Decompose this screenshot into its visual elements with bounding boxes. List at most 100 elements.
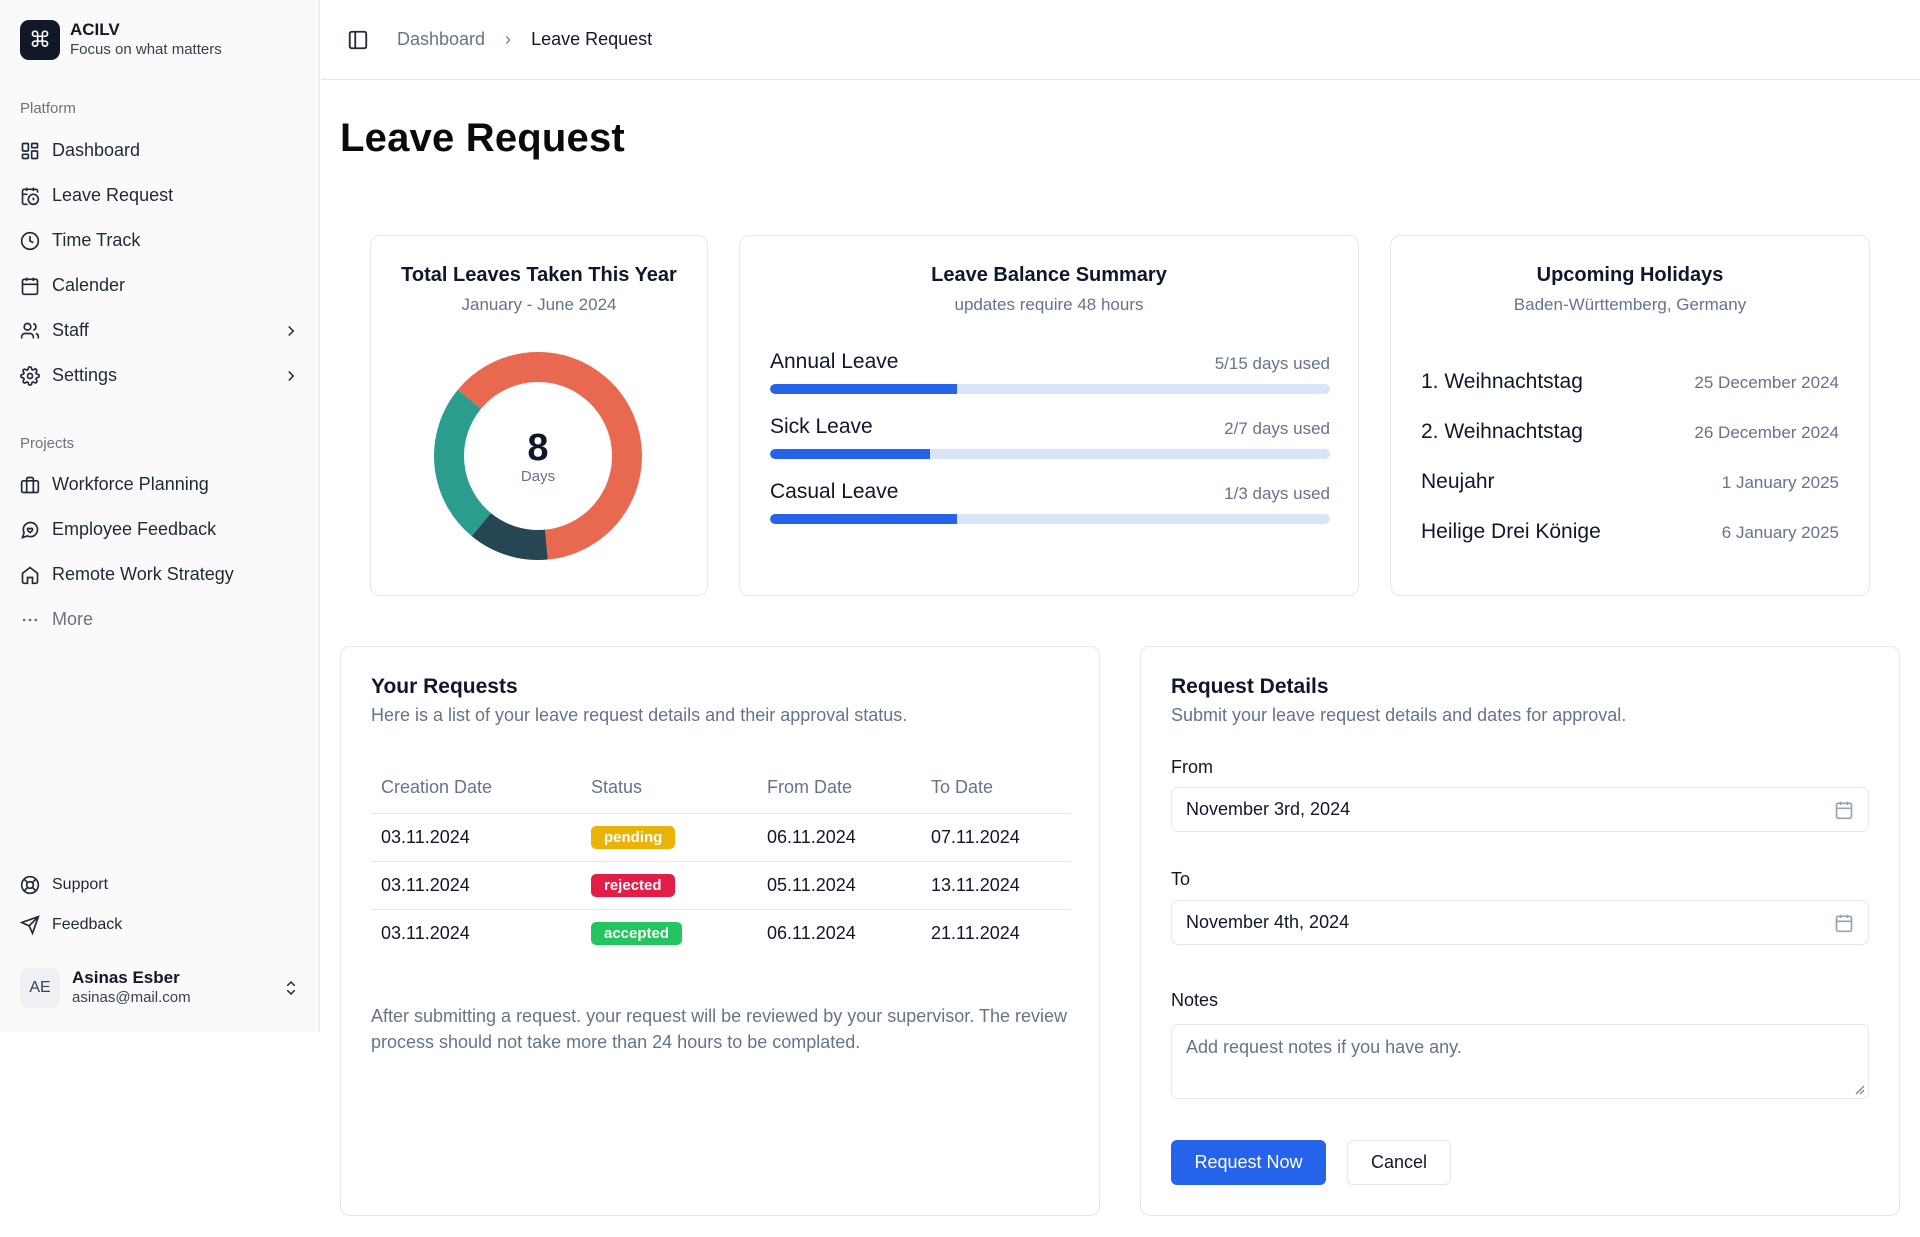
resize-grip-icon[interactable] — [1853, 1083, 1865, 1095]
sidebar-item-feedback[interactable]: Feedback — [12, 905, 308, 945]
from-date-picker[interactable]: November 3rd, 2024 — [1171, 787, 1869, 832]
status-badge: rejected — [591, 873, 675, 897]
breadcrumb-dashboard[interactable]: Dashboard — [397, 29, 485, 50]
table-row[interactable]: 03.11.2024 accepted 06.11.2024 21.11.202… — [371, 909, 1071, 957]
avatar: AE — [20, 968, 60, 1008]
to-date-cell: 07.11.2024 — [921, 813, 1071, 862]
holiday-item: 2. Weihnachtstag 26 December 2024 — [1421, 420, 1839, 444]
column-header: Status — [581, 763, 757, 814]
sidebar-item-leave-request[interactable]: Leave Request — [12, 173, 308, 218]
balance-used: 5/15 days used — [1214, 354, 1330, 373]
balance-used: 2/7 days used — [1224, 419, 1330, 438]
requests-title: Your Requests — [371, 675, 518, 698]
brand-name: ACILV — [70, 20, 120, 39]
requests-table: Creation Date Status From Date To Date 0… — [371, 763, 1071, 957]
cancel-button[interactable]: Cancel — [1347, 1140, 1451, 1185]
sidebar-item-label: Staff — [52, 320, 89, 340]
sidebar-item-staff[interactable]: Staff — [12, 308, 308, 353]
status-cell: rejected — [581, 861, 757, 910]
chevron-right-icon — [288, 325, 295, 336]
notes-textarea[interactable]: Add request notes if you have any. — [1171, 1024, 1869, 1099]
column-header: Creation Date — [371, 763, 581, 814]
holiday-item: 1. Weihnachtstag 25 December 2024 — [1421, 370, 1839, 394]
sidebar-item-label: Settings — [52, 365, 118, 385]
sidebar-item-time-track[interactable]: Time Track — [12, 218, 308, 263]
balance-progress-bar — [770, 514, 1330, 524]
your-requests-panel: Your Requests Here is a list of your lea… — [340, 646, 1100, 1216]
home-icon — [20, 565, 40, 585]
briefcase-icon — [20, 475, 40, 495]
to-date-cell: 21.11.2024 — [931, 922, 1020, 943]
send-icon — [20, 915, 40, 935]
holiday-name: Neujahr — [1421, 470, 1495, 493]
review-note: After submitting a request. your request… — [371, 1006, 1067, 1052]
sidebar-item-label: Remote Work Strategy — [52, 564, 234, 584]
chevrons-up-down-icon — [286, 980, 296, 996]
sidebar-item-remote-work-strategy[interactable]: Remote Work Strategy — [12, 552, 308, 597]
total-leaves-subtitle: January - June 2024 — [461, 295, 617, 314]
to-label: To — [1171, 869, 1191, 889]
chevron-right-icon — [288, 370, 295, 381]
notes-placeholder: Add request notes if you have any. — [1186, 1037, 1462, 1057]
holiday-date: 6 January 2025 — [1721, 523, 1839, 542]
to-date-picker[interactable]: November 4th, 2024 — [1171, 900, 1869, 945]
to-date-cell: 13.11.2024 — [921, 861, 1071, 910]
table-row[interactable]: 03.11.2024 pending 06.11.2024 07.11.2024 — [371, 813, 1071, 862]
user-name: Asinas Esber — [72, 968, 180, 987]
progress-fill — [770, 514, 957, 524]
holiday-name: 1. Weihnachtstag — [1421, 370, 1583, 393]
sidebar-item-label: Workforce Planning — [52, 474, 209, 494]
user-email: asinas@mail.com — [72, 989, 191, 1006]
status-badge: accepted — [591, 921, 683, 945]
holiday-name: 2. Weihnachtstag — [1421, 420, 1583, 443]
sidebar-item-more[interactable]: More — [12, 597, 308, 642]
sidebar-item-label: Dashboard — [52, 140, 141, 160]
column-header: From Date — [757, 763, 921, 814]
footer-nav: Support Feedback — [12, 865, 308, 945]
donut-center: 8 Days — [433, 351, 643, 561]
request-now-button[interactable]: Request Now — [1171, 1140, 1326, 1185]
holidays-subtitle: Baden-Württemberg, Germany — [1513, 295, 1747, 314]
sidebar-item-workforce-planning[interactable]: Workforce Planning — [12, 462, 308, 507]
column-header: To Date — [921, 763, 1071, 814]
brand-tagline: Focus on what matters — [70, 41, 222, 58]
breadcrumb-current: Leave Request — [531, 29, 653, 49]
page-title: Leave Request — [340, 116, 625, 160]
from-label: From — [1171, 757, 1213, 777]
creation-date-cell: 03.11.2024 — [371, 861, 581, 910]
sidebar-item-calender[interactable]: Calender — [12, 263, 308, 308]
sidebar-item-dashboard[interactable]: Dashboard — [12, 128, 308, 173]
calendar-icon — [1835, 914, 1853, 932]
total-leaves-card: Total Leaves Taken This Year January - J… — [370, 235, 708, 596]
breadcrumb: Dashboard Leave Request — [397, 29, 652, 50]
balance-name: Sick Leave — [770, 415, 873, 438]
dashboard-icon — [20, 141, 40, 161]
balance-used: 1/3 days used — [1224, 484, 1330, 503]
balance-row-sick: Sick Leave 2/7 days used — [770, 415, 1330, 459]
upcoming-holidays-card: Upcoming Holidays Baden-Württemberg, Ger… — [1390, 235, 1870, 596]
from-date-cell: 06.11.2024 — [767, 922, 856, 943]
holiday-item: Neujahr 1 January 2025 — [1421, 470, 1839, 494]
users-icon — [20, 321, 40, 341]
creation-date-cell: 03.11.2024 — [371, 813, 581, 862]
brand[interactable]: ⌘ ACILV Focus on what matters — [20, 20, 222, 60]
request-details-title: Request Details — [1171, 675, 1329, 698]
calendar-clock-icon — [20, 186, 40, 206]
balance-row-casual: Casual Leave 1/3 days used — [770, 480, 1330, 524]
lifebuoy-icon — [20, 875, 40, 895]
balance-progress-bar — [770, 384, 1330, 394]
request-details-subtitle: Submit your leave request details and da… — [1171, 705, 1627, 725]
table-row[interactable]: 03.11.2024 rejected 05.11.2024 13.11.202… — [371, 861, 1071, 910]
balance-name: Annual Leave — [770, 350, 899, 373]
platform-section-label: Platform — [20, 100, 76, 117]
notes-label: Notes — [1171, 990, 1219, 1010]
sidebar-item-support[interactable]: Support — [12, 865, 308, 905]
sidebar-item-employee-feedback[interactable]: Employee Feedback — [12, 507, 308, 552]
sidebar-item-label: Calender — [52, 275, 126, 295]
sidebar-item-label: Leave Request — [52, 185, 174, 205]
sidebar-item-settings[interactable]: Settings — [12, 353, 308, 398]
from-date-value: November 3rd, 2024 — [1186, 799, 1351, 819]
donut-unit: Days — [520, 467, 556, 485]
user-menu[interactable]: AE Asinas Esber asinas@mail.com — [20, 968, 300, 1008]
sidebar-toggle-icon[interactable] — [347, 29, 369, 51]
